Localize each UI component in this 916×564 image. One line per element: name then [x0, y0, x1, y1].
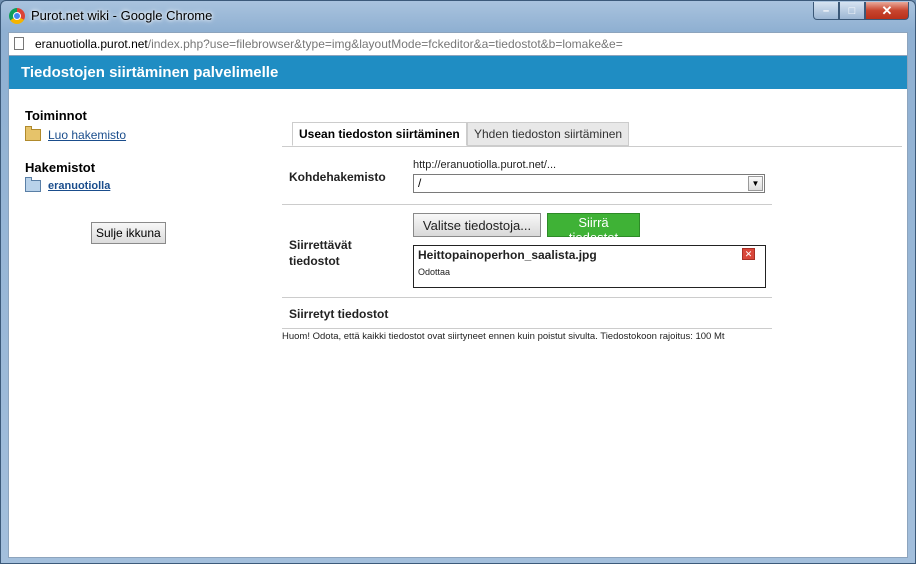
close-window-button[interactable]: ✕	[865, 2, 909, 20]
page-icon	[14, 37, 24, 50]
upload-panel: Usean tiedoston siirtäminen Yhden tiedos…	[282, 120, 902, 342]
url-host: eranuotiolla.purot.net	[35, 37, 148, 51]
create-folder-row: Luo hakemisto	[25, 126, 185, 142]
target-folder-hint: http://eranuotiolla.purot.net/...	[413, 159, 557, 171]
target-folder-row: Kohdehakemisto http://eranuotiolla.purot…	[282, 147, 772, 205]
choose-files-button[interactable]: Valitse tiedostoja...	[413, 213, 541, 237]
window-title: Purot.net wiki - Google Chrome	[31, 8, 213, 23]
upload-note: Huom! Odota, että kaikki tiedostot ovat …	[282, 331, 725, 342]
folders-heading: Hakemistot	[25, 160, 96, 175]
tab-single-upload[interactable]: Yhden tiedoston siirtäminen	[467, 122, 630, 146]
window-controls: – □ ✕	[813, 2, 909, 20]
folder-link-eranuotiolla[interactable]: eranuotiolla	[48, 180, 110, 192]
queued-file-name: Heittopainoperhon_saalista.jpg	[418, 248, 597, 262]
tab-multi-upload[interactable]: Usean tiedoston siirtäminen	[292, 122, 467, 146]
folder-open-icon	[25, 177, 41, 192]
page-content: Tiedostojen siirtäminen palvelimelle Toi…	[8, 56, 908, 558]
address-bar[interactable]: eranuotiolla.purot.net/index.php?use=fil…	[8, 32, 908, 56]
chevron-down-icon[interactable]: ▼	[748, 176, 763, 191]
close-window-page-button[interactable]: Sulje ikkuna	[91, 222, 166, 244]
folder-row: eranuotiolla	[25, 177, 185, 192]
actions-heading: Toiminnot	[25, 108, 87, 123]
chrome-icon	[9, 8, 25, 24]
create-folder-link[interactable]: Luo hakemisto	[48, 128, 126, 142]
page-header: Tiedostojen siirtäminen palvelimelle	[9, 56, 907, 89]
sidebar: Toiminnot Luo hakemisto Hakemistot eranu…	[25, 108, 185, 210]
done-files-row: Siirretyt tiedostot	[282, 298, 772, 329]
target-folder-select[interactable]: / ▼	[413, 174, 765, 193]
upload-files-button[interactable]: Siirrä tiedostot	[547, 213, 640, 245]
files-label-line1: Siirrettävät	[289, 238, 352, 252]
minimize-button[interactable]: –	[813, 2, 839, 20]
upload-queue: Heittopainoperhon_saalista.jpg Odottaa ✕	[413, 245, 766, 288]
url-path: /index.php?use=filebrowser&type=img&layo…	[147, 37, 623, 51]
done-files-label: Siirretyt tiedostot	[289, 307, 389, 321]
files-label-line2: tiedostot	[289, 254, 340, 268]
remove-file-icon[interactable]: ✕	[742, 248, 755, 260]
target-folder-value: /	[418, 176, 422, 190]
queued-file-status: Odottaa	[418, 267, 451, 277]
files-label: Siirrettävät tiedostot	[289, 237, 352, 269]
tab-bar: Usean tiedoston siirtäminen Yhden tiedos…	[282, 120, 902, 147]
files-row: Siirrettävät tiedostot Valitse tiedostoja…	[282, 205, 772, 298]
browser-window: Purot.net wiki - Google Chrome – □ ✕ era…	[0, 0, 916, 564]
title-bar[interactable]: Purot.net wiki - Google Chrome – □ ✕	[1, 1, 915, 31]
maximize-button[interactable]: □	[839, 2, 865, 20]
target-folder-label: Kohdehakemisto	[289, 170, 386, 184]
folder-icon	[25, 126, 41, 141]
url-text[interactable]: eranuotiolla.purot.net/index.php?use=fil…	[35, 37, 623, 51]
